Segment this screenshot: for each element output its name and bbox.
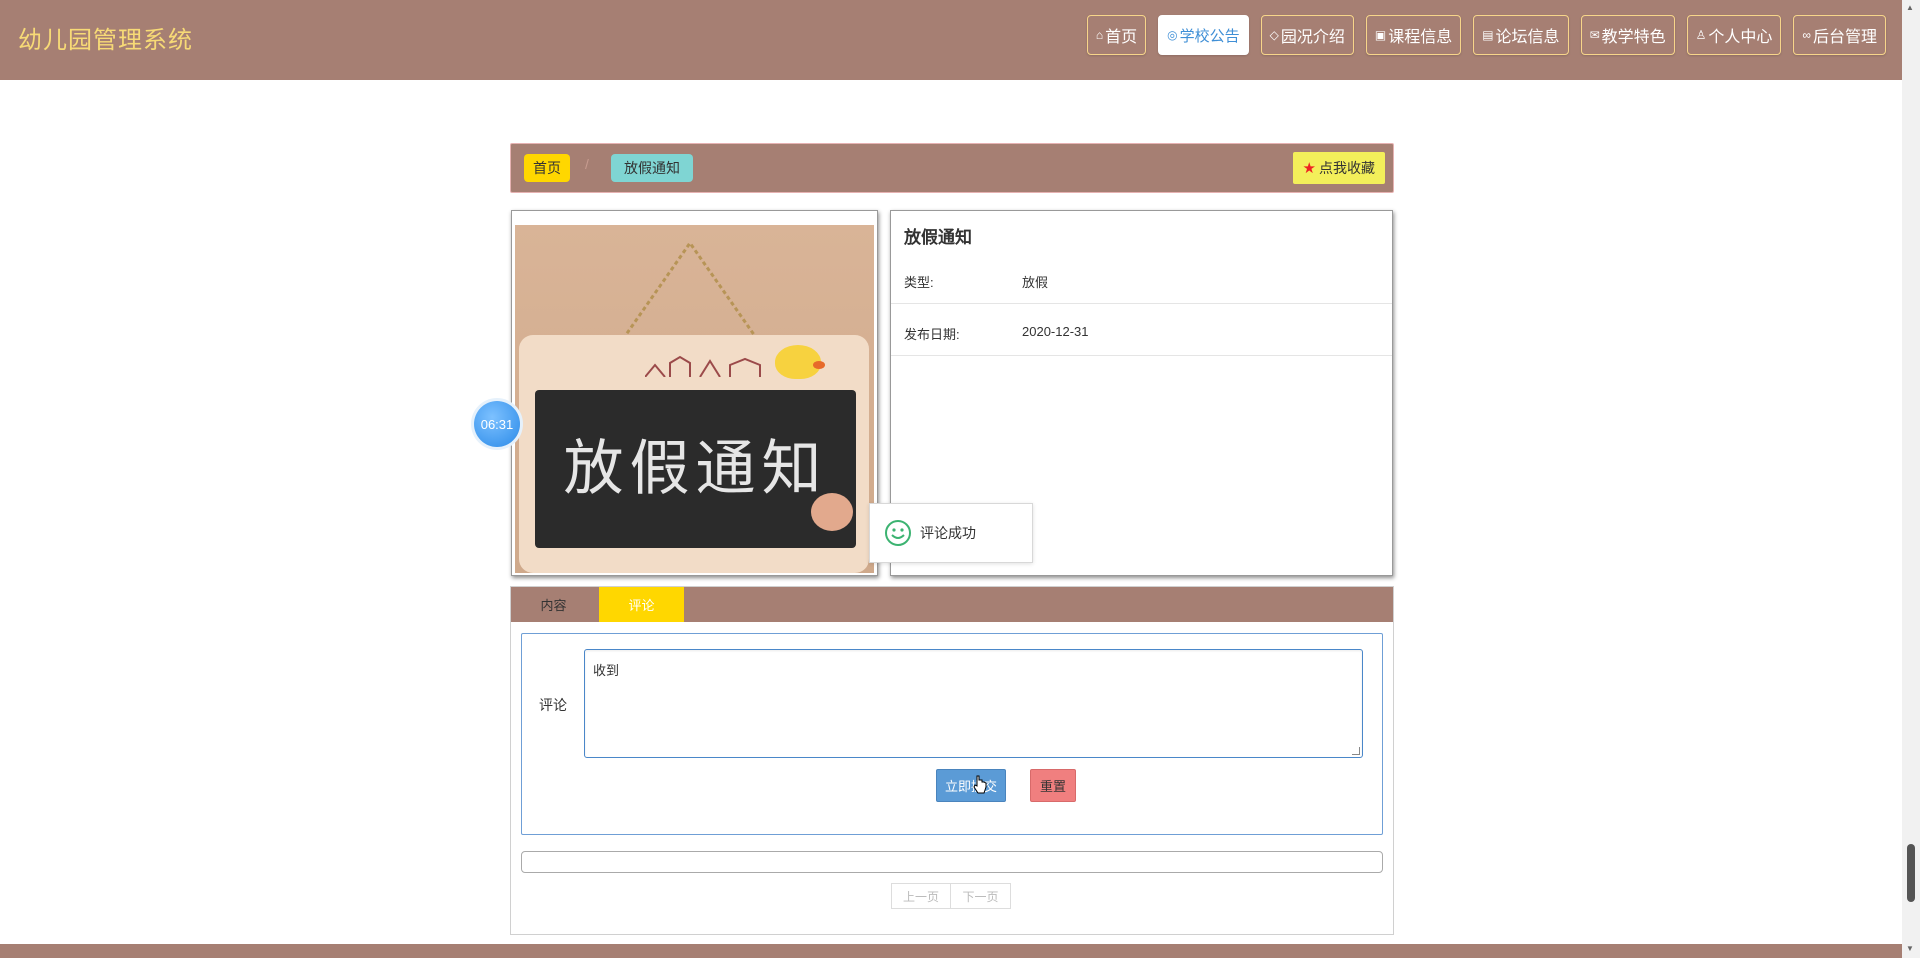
nav-label: 园况介绍 (1280, 29, 1345, 46)
nav-personal-center[interactable]: ♙ 个人中心 (1686, 15, 1782, 55)
home-icon: ⌂ (1095, 28, 1104, 42)
page-scrollbar[interactable]: ▲ ▼ (1902, 0, 1920, 958)
comment-textarea[interactable]: 收到 (584, 649, 1363, 758)
nav-courses[interactable]: ▣ 课程信息 (1365, 15, 1462, 55)
prev-page-button[interactable]: 上一页 (891, 883, 951, 909)
board-text: 放假通知 (563, 434, 828, 504)
comment-label: 评论 (539, 697, 567, 713)
tab-bar: 内容 评论 (511, 587, 1393, 622)
book-icon: ▤ (1482, 28, 1494, 42)
footer-bar (0, 944, 1902, 958)
globe-icon: ◎ (1167, 28, 1178, 42)
scroll-down-icon[interactable]: ▼ (1906, 944, 1914, 953)
nav-school-notice[interactable]: ◎ 学校公告 (1158, 15, 1249, 55)
success-toast: 评论成功 (869, 503, 1033, 563)
type-value: 放假 (1022, 275, 1049, 290)
notice-image-panel: 放假通知 (511, 210, 878, 576)
chalkboard: 放假通知 (535, 390, 856, 548)
tab-comments[interactable]: 评论 (599, 587, 684, 622)
notice-image: 放假通知 (515, 225, 874, 573)
breadcrumb-current[interactable]: 放假通知 (611, 154, 693, 182)
mail-icon: ✉ (1589, 28, 1600, 42)
mouse-decoration (811, 493, 853, 531)
date-label: 发布日期: (904, 327, 960, 342)
detail-row-type: 类型: 放假 (891, 252, 1392, 304)
nav-label: 首页 (1105, 29, 1138, 46)
date-value: 2020-12-31 (1022, 324, 1089, 339)
resize-grip-icon[interactable] (1352, 747, 1360, 755)
tab-section: 内容 评论 评论 收到 立即提交 重置 上一页 下一页 (510, 586, 1394, 935)
comment-form: 评论 收到 立即提交 重置 (521, 633, 1383, 835)
type-label: 类型: (904, 275, 934, 290)
timer-badge[interactable]: 06:31 (474, 401, 520, 447)
hand-cursor-icon (973, 775, 987, 794)
frame-houses-graphic (645, 355, 761, 377)
breadcrumb: 首页 / 放假通知 ★ 点我收藏 (510, 143, 1394, 193)
collect-button[interactable]: ★ 点我收藏 (1292, 152, 1385, 184)
nav-label: 论坛信息 (1495, 29, 1560, 46)
pagination: 上一页 下一页 (891, 883, 1011, 909)
duck-beak (813, 361, 825, 369)
submit-button[interactable]: 立即提交 (936, 769, 1006, 802)
comment-list (521, 851, 1383, 873)
tab-content[interactable]: 内容 (511, 587, 596, 622)
chain-graphic (621, 240, 759, 340)
scroll-thumb[interactable] (1907, 844, 1915, 902)
nav-label: 学校公告 (1179, 27, 1240, 45)
user-icon: ♙ (1695, 28, 1707, 42)
notice-title: 放假通知 (904, 228, 972, 247)
nav-teaching-features[interactable]: ✉ 教学特色 (1580, 15, 1675, 55)
nav-school-intro[interactable]: ◇ 园况介绍 (1260, 15, 1354, 55)
nav-home[interactable]: ⌂ 首页 (1086, 15, 1147, 55)
main-nav: ⌂ 首页 ◎ 学校公告 ◇ 园况介绍 ▣ 课程信息 ▤ 论坛信息 ✉ 教学特色 … (1086, 15, 1886, 55)
smile-icon (885, 520, 911, 546)
nav-label: 课程信息 (1388, 29, 1453, 46)
link-icon: ∞ (1802, 28, 1811, 42)
app-title: 幼儿园管理系统 (18, 27, 193, 54)
reset-button[interactable]: 重置 (1030, 769, 1076, 802)
nav-admin[interactable]: ∞ 后台管理 (1793, 15, 1886, 55)
nav-label: 教学特色 (1601, 29, 1666, 46)
next-page-button[interactable]: 下一页 (951, 883, 1011, 909)
breadcrumb-separator: / (585, 156, 589, 172)
comment-text: 收到 (593, 663, 620, 678)
nav-label: 后台管理 (1812, 29, 1877, 46)
collect-label: 点我收藏 (1319, 160, 1375, 176)
nav-label: 个人中心 (1708, 29, 1773, 46)
gift-icon: ▣ (1374, 28, 1387, 42)
breadcrumb-home[interactable]: 首页 (524, 154, 570, 182)
top-navbar: 幼儿园管理系统 ⌂ 首页 ◎ 学校公告 ◇ 园况介绍 ▣ 课程信息 ▤ 论坛信息… (0, 0, 1902, 80)
nav-forum[interactable]: ▤ 论坛信息 (1473, 15, 1569, 55)
star-icon: ★ (1302, 160, 1316, 177)
toast-message: 评论成功 (920, 525, 976, 541)
detail-row-date: 发布日期: 2020-12-31 (891, 304, 1392, 356)
tag-icon: ◇ (1269, 28, 1279, 42)
scroll-up-icon[interactable]: ▲ (1906, 3, 1914, 12)
